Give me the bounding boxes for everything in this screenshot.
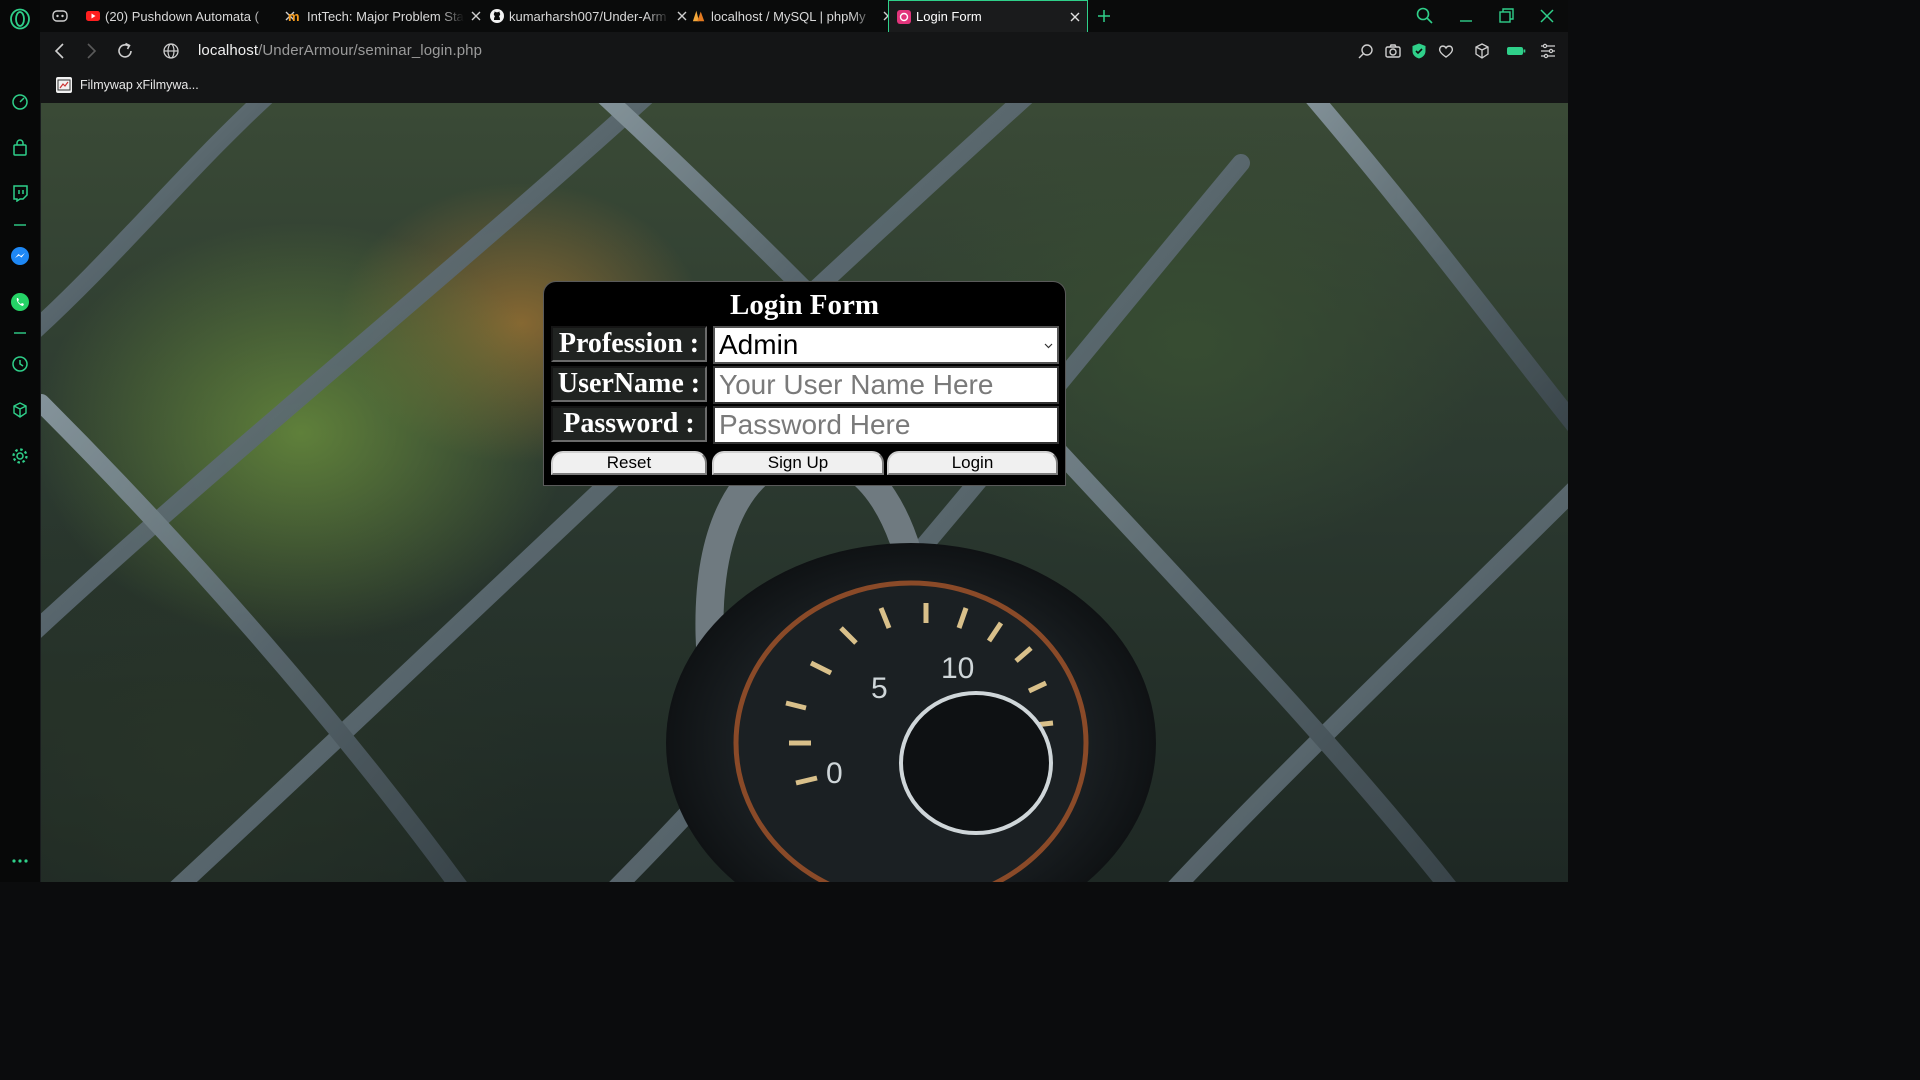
bookmark-filmywap[interactable]: Filmywap xFilmywa...	[56, 77, 199, 93]
youtube-icon	[86, 9, 100, 23]
heart-icon[interactable]	[1437, 42, 1455, 60]
password-input[interactable]	[719, 409, 1053, 441]
camera-icon[interactable]	[1384, 42, 1402, 60]
extensions-icon[interactable]	[9, 399, 31, 421]
reload-icon[interactable]	[115, 41, 135, 61]
chain-fence-background-image: 5 10 0	[41, 103, 1568, 882]
shopping-bag-icon[interactable]	[9, 137, 31, 159]
login-form-icon	[897, 9, 911, 24]
opera-logo-icon[interactable]	[9, 8, 31, 30]
extensions-cube-icon[interactable]	[1473, 42, 1491, 60]
tab-strip: (20) Pushdown Automata ( m IntTech: Majo…	[40, 0, 1568, 32]
sidebar-separator	[14, 224, 26, 226]
login-form-title: Login Form	[729, 289, 880, 321]
tab-search-icon[interactable]	[1415, 6, 1435, 26]
close-icon[interactable]	[468, 8, 484, 24]
battery-icon[interactable]	[1506, 42, 1526, 60]
twitch-icon[interactable]	[9, 182, 31, 204]
bookmark-label: Filmywap xFilmywa...	[80, 78, 199, 92]
profession-label: Profession :	[551, 326, 707, 362]
url-field[interactable]: localhost/UnderArmour/seminar_login.php	[198, 42, 482, 59]
more-icon[interactable]	[9, 850, 31, 872]
chevron-down-icon	[1044, 343, 1053, 349]
minimize-icon[interactable]	[1456, 6, 1476, 26]
workspaces-icon[interactable]	[52, 0, 72, 32]
back-icon[interactable]	[50, 41, 70, 61]
profession-selected-value: Admin	[719, 329, 799, 360]
new-tab-button[interactable]	[1096, 0, 1116, 32]
tab-phpmyadmin[interactable]: localhost / MySQL | phpMy	[692, 0, 900, 32]
username-field-wrapper	[713, 366, 1059, 404]
url-path: /UnderArmour/seminar_login.php	[258, 42, 483, 59]
username-label: UserName :	[551, 366, 707, 402]
tab-title: kumarharsh007/Under-Arm	[509, 8, 667, 24]
history-icon[interactable]	[9, 353, 31, 375]
browser-sidebar	[0, 0, 41, 882]
address-bar: localhost/UnderArmour/seminar_login.php	[40, 32, 1568, 70]
site-info-icon[interactable]	[162, 42, 180, 60]
tab-pushdown-automata[interactable]: (20) Pushdown Automata (	[86, 0, 302, 32]
speed-dial-icon[interactable]	[9, 91, 31, 113]
tab-title: (20) Pushdown Automata (	[105, 8, 259, 24]
tab-title: localhost / MySQL | phpMy	[711, 8, 866, 24]
profession-select[interactable]: Admin	[713, 326, 1059, 364]
page-background: 5 10 0 Login Form Profession : Admin Use…	[41, 103, 1568, 882]
github-icon	[490, 9, 504, 23]
reset-button[interactable]: Reset	[551, 451, 707, 475]
plus-icon	[1098, 10, 1110, 22]
tab-title: IntTech: Major Problem Stat	[307, 8, 464, 24]
login-button[interactable]: Login	[887, 451, 1058, 475]
sign-up-button[interactable]: Sign Up	[712, 451, 884, 475]
url-host: localhost	[198, 42, 259, 59]
forward-icon[interactable]	[81, 41, 101, 61]
find-in-page-icon[interactable]	[1357, 42, 1375, 60]
tab-inttech[interactable]: m IntTech: Major Problem Stat	[288, 0, 488, 32]
tab-title: Login Form	[916, 9, 982, 24]
login-form: Login Form Profession : Admin UserName :…	[544, 282, 1065, 485]
close-icon[interactable]	[1067, 9, 1083, 25]
dial-number: 5	[871, 672, 888, 705]
password-label: Password :	[551, 406, 707, 442]
easy-setup-icon[interactable]	[1539, 42, 1557, 60]
tab-login-form[interactable]: Login Form	[888, 0, 1088, 32]
vpn-shield-icon[interactable]	[1410, 42, 1428, 60]
dial-number: 10	[941, 652, 974, 685]
bookmarks-bar: Filmywap xFilmywa...	[40, 70, 1568, 103]
phpmyadmin-icon	[692, 9, 706, 23]
restore-icon[interactable]	[1496, 6, 1516, 26]
password-field-wrapper	[713, 406, 1059, 444]
close-icon[interactable]	[674, 8, 690, 24]
username-input[interactable]	[719, 369, 1053, 401]
tab-github[interactable]: kumarharsh007/Under-Arm	[490, 0, 694, 32]
intt-icon: m	[288, 9, 302, 23]
filmywap-icon	[56, 77, 72, 93]
password-row: Password :	[551, 406, 1059, 444]
username-row: UserName :	[551, 366, 1059, 404]
dial-number: 0	[826, 757, 843, 790]
messenger-icon[interactable]	[9, 245, 31, 267]
settings-icon[interactable]	[9, 445, 31, 467]
window-close-icon[interactable]	[1537, 6, 1557, 26]
svg-text:m: m	[288, 10, 300, 22]
profession-row: Profession : Admin	[551, 326, 1059, 364]
whatsapp-icon[interactable]	[9, 291, 31, 313]
sidebar-separator	[14, 332, 26, 334]
